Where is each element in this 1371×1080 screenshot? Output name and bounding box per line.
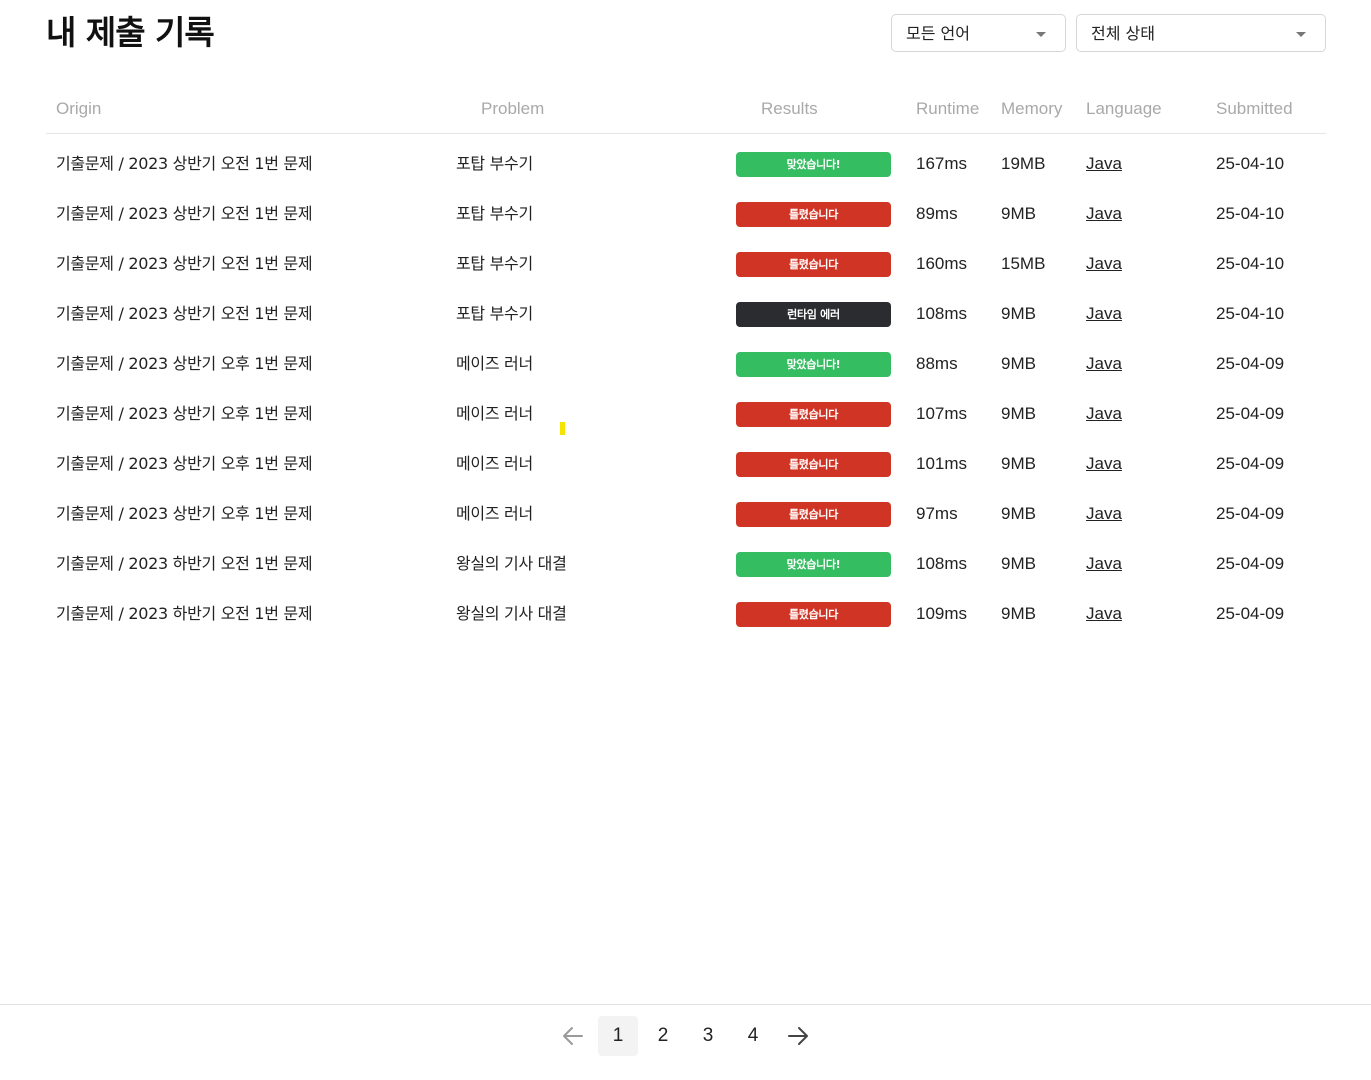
header-memory: Memory (1001, 99, 1063, 118)
cell-submitted: 25-04-09 (1216, 604, 1285, 623)
table-row: 기출문제 / 2023 상반기 오후 1번 문제 메이즈 러너 맞았습니다! 88ms… (46, 334, 1326, 384)
cell-origin: 기출문제 / 2023 하반기 오전 1번 문제 (56, 604, 313, 623)
header-results: Results (761, 99, 818, 118)
language-link[interactable]: Java (1086, 354, 1122, 373)
language-link[interactable]: Java (1086, 404, 1122, 423)
table-row: 기출문제 / 2023 상반기 오전 1번 문제 포탑 부수기 틀렸습니다 89ms 9… (46, 184, 1326, 234)
result-badge: 맞았습니다! (736, 352, 891, 377)
table-row: 기출문제 / 2023 상반기 오후 1번 문제 메이즈 러너 틀렸습니다 107ms… (46, 384, 1326, 434)
language-link[interactable]: Java (1086, 304, 1122, 323)
text-cursor (560, 422, 565, 435)
submissions-table: Origin Problem Results Runtime Memory La… (46, 86, 1326, 634)
arrow-right-icon[interactable] (783, 1016, 813, 1056)
page-title: 내 제출 기록 (46, 13, 215, 52)
result-badge: 틀렸습니다 (736, 252, 891, 277)
language-filter-value: 모든 언어 (906, 24, 970, 43)
language-link[interactable]: Java (1086, 554, 1122, 573)
language-link[interactable]: Java (1086, 254, 1122, 273)
header-language: Language (1086, 99, 1162, 118)
language-link[interactable]: Java (1086, 154, 1122, 173)
language-link[interactable]: Java (1086, 604, 1122, 623)
language-link[interactable]: Java (1086, 204, 1122, 223)
table-row: 기출문제 / 2023 상반기 오전 1번 문제 포탑 부수기 런타임 에러 108m… (46, 284, 1326, 334)
pagination-bar: 1 2 3 4 (0, 1004, 1371, 1080)
table-row: 기출문제 / 2023 상반기 오후 1번 문제 메이즈 러너 틀렸습니다 97ms 9… (46, 484, 1326, 534)
language-link[interactable]: Java (1086, 454, 1122, 473)
table-body: 기출문제 / 2023 상반기 오전 1번 문제 포탑 부수기 맞았습니다! 167m… (46, 134, 1326, 634)
status-filter-value: 전체 상태 (1091, 24, 1155, 43)
submissions-page: 내 제출 기록 모든 언어 전체 상태 Origin Problem Resul… (0, 0, 1371, 1080)
header-problem: Problem (481, 99, 545, 118)
result-badge: 틀렸습니다 (736, 452, 891, 477)
cell-runtime: 109ms (916, 604, 968, 623)
chevron-down-icon (1296, 32, 1306, 37)
arrow-left-icon[interactable] (558, 1016, 588, 1056)
language-link[interactable]: Java (1086, 504, 1122, 523)
result-badge: 틀렸습니다 (736, 502, 891, 527)
cell-problem[interactable]: 왕실의 기사 대결 (456, 584, 567, 644)
table-row: 기출문제 / 2023 상반기 오후 1번 문제 메이즈 러너 틀렸습니다 101ms… (46, 434, 1326, 484)
result-badge: 런타임 에러 (736, 302, 891, 327)
page-button-1[interactable]: 1 (598, 1016, 638, 1056)
page-button-3[interactable]: 3 (688, 1016, 728, 1056)
table-header: Origin Problem Results Runtime Memory La… (46, 86, 1326, 134)
table-row: 기출문제 / 2023 상반기 오전 1번 문제 포탑 부수기 맞았습니다! 167m… (46, 134, 1326, 184)
chevron-down-icon (1036, 32, 1046, 37)
page-button-2[interactable]: 2 (643, 1016, 683, 1056)
table-row: 기출문제 / 2023 하반기 오전 1번 문제 왕실의 기사 대결 틀렸습니다 10… (46, 584, 1326, 634)
header-runtime: Runtime (916, 99, 980, 118)
status-filter-select[interactable]: 전체 상태 (1076, 14, 1326, 52)
table-row: 기출문제 / 2023 하반기 오전 1번 문제 왕실의 기사 대결 맞았습니다! 1… (46, 534, 1326, 584)
result-badge: 틀렸습니다 (736, 202, 891, 227)
result-badge: 틀렸습니다 (736, 602, 891, 627)
header-submitted: Submitted (1216, 99, 1293, 118)
cell-language: Java (1086, 584, 1122, 644)
header-origin: Origin (56, 99, 102, 118)
language-filter-select[interactable]: 모든 언어 (891, 14, 1066, 52)
result-badge: 맞았습니다! (736, 552, 891, 577)
result-badge: 맞았습니다! (736, 152, 891, 177)
cell-memory: 9MB (1001, 604, 1036, 623)
page-button-4[interactable]: 4 (733, 1016, 773, 1056)
result-badge: 틀렸습니다 (736, 402, 891, 427)
table-row: 기출문제 / 2023 상반기 오전 1번 문제 포탑 부수기 틀렸습니다 160ms… (46, 234, 1326, 284)
